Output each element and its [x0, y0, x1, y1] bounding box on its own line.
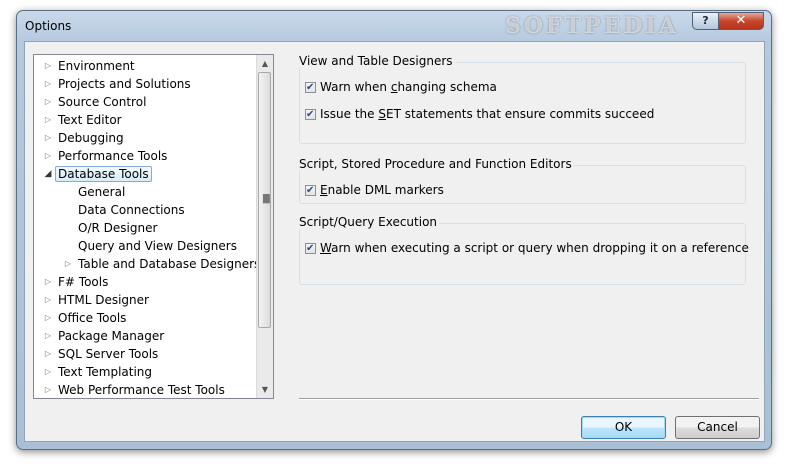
tree-item-label: Query and View Designers — [78, 239, 237, 253]
tree-item[interactable]: ▷ Package Manager — [45, 327, 165, 345]
tree-item[interactable]: General — [78, 183, 125, 201]
window-title: Options — [25, 19, 72, 33]
grip-icon: ▬ ▬ ▬ — [262, 191, 271, 207]
collapsed-arrow-icon[interactable]: ▷ — [62, 255, 74, 273]
checkbox-checked-icon[interactable] — [305, 241, 316, 257]
tree-item[interactable]: ▷ SQL Server Tools — [45, 345, 159, 363]
tree-item-label: O/R Designer — [78, 221, 158, 235]
tree-item[interactable]: ▷ Debugging — [45, 129, 124, 147]
collapsed-arrow-icon[interactable]: ▷ — [42, 291, 54, 309]
tree-item-label: Projects and Solutions — [58, 77, 191, 91]
collapsed-arrow-icon[interactable]: ▷ — [42, 381, 54, 398]
tree-item-label: Data Connections — [78, 203, 185, 217]
tree-item-label: SQL Server Tools — [58, 347, 159, 361]
scroll-down-icon[interactable]: ▼ — [257, 381, 273, 398]
tree-item-label: Table and Database Designers — [78, 257, 261, 271]
tree-item[interactable]: ▷ Source Control — [45, 93, 147, 111]
tree-item-label: Debugging — [58, 131, 124, 145]
tree-item-selected[interactable]: ◢ Database Tools — [45, 165, 152, 183]
collapsed-arrow-icon[interactable]: ▷ — [42, 273, 54, 291]
help-button[interactable]: ? — [692, 12, 719, 30]
group-title: Script, Stored Procedure and Function Ed… — [297, 157, 574, 171]
collapsed-arrow-icon[interactable]: ▷ — [42, 363, 54, 381]
tree-item-label: Web Performance Test Tools — [58, 383, 225, 397]
collapsed-arrow-icon[interactable]: ▷ — [42, 111, 54, 129]
collapsed-arrow-icon[interactable]: ▷ — [42, 75, 54, 93]
tree-item[interactable]: Data Connections — [78, 201, 185, 219]
tree-item-label: General — [78, 185, 126, 199]
watermark: SOFTPEDIA — [505, 13, 679, 39]
tree-item[interactable]: ▷ Performance Tools — [45, 147, 168, 165]
tree-item-label: Environment — [58, 59, 135, 73]
tree-item[interactable]: ▷ F# Tools — [45, 273, 109, 291]
tree-item[interactable]: ▷ Office Tools — [45, 309, 127, 327]
checkbox-checked-icon[interactable] — [305, 183, 316, 199]
issue-set-checkbox[interactable]: Issue the SET statements that ensure com… — [305, 106, 654, 123]
tree-item-label: Performance Tools — [58, 149, 168, 163]
tree-item-label: Package Manager — [58, 329, 165, 343]
group-script-query-execution: Script/Query Execution Warn when executi… — [297, 215, 749, 285]
ok-button[interactable]: OK — [581, 416, 666, 439]
tree-item[interactable]: O/R Designer — [78, 219, 157, 237]
scroll-up-icon[interactable]: ▲ — [257, 55, 273, 72]
tree-item[interactable]: ▷ Text Editor — [45, 111, 122, 129]
checkbox-checked-icon[interactable] — [305, 107, 316, 123]
tree-item-label: F# Tools — [58, 275, 109, 289]
collapsed-arrow-icon[interactable]: ▷ — [42, 309, 54, 327]
tree-item-label: Source Control — [58, 95, 147, 109]
tree-item[interactable]: ▷ Environment — [45, 57, 135, 75]
collapsed-arrow-icon[interactable]: ▷ — [42, 327, 54, 345]
options-dialog: Options SOFTPEDIA ? ✕ ▷ Environment ▷ Proje… — [16, 10, 772, 450]
group-title: View and Table Designers — [297, 54, 455, 68]
checkbox-checked-icon[interactable] — [305, 80, 316, 96]
tree-item-label: HTML Designer — [58, 293, 149, 307]
group-view-table-designers: View and Table Designers Warn when chang… — [297, 54, 746, 144]
warn-schema-checkbox[interactable]: Warn when changing schema — [305, 79, 497, 96]
tree-item[interactable]: ▷ Web Performance Test Tools — [45, 381, 225, 398]
warn-drop-checkbox[interactable]: Warn when executing a script or query wh… — [305, 240, 749, 257]
tree-item-label: Text Editor — [58, 113, 122, 127]
group-title: Script/Query Execution — [297, 215, 440, 229]
tree-item-label: Text Templating — [58, 365, 153, 379]
separator — [299, 398, 759, 400]
tree-item[interactable]: ▷ Text Templating — [45, 363, 153, 381]
collapsed-arrow-icon[interactable]: ▷ — [42, 93, 54, 111]
tree-item-label: Database Tools — [55, 166, 152, 182]
group-script-editors: Script, Stored Procedure and Function Ed… — [297, 157, 746, 204]
tree-item-label: Office Tools — [58, 311, 127, 325]
cancel-button[interactable]: Cancel — [675, 416, 760, 439]
close-button[interactable]: ✕ — [718, 12, 764, 30]
tree-item[interactable]: ▷ HTML Designer — [45, 291, 149, 309]
collapsed-arrow-icon[interactable]: ▷ — [42, 345, 54, 363]
expanded-arrow-icon[interactable]: ◢ — [42, 165, 54, 183]
enable-dml-checkbox[interactable]: Enable DML markers — [305, 182, 444, 199]
tree-item[interactable]: Query and View Designers — [78, 237, 237, 255]
collapsed-arrow-icon[interactable]: ▷ — [42, 129, 54, 147]
collapsed-arrow-icon[interactable]: ▷ — [42, 57, 54, 75]
tree-item[interactable]: ▷ Table and Database Designers — [65, 255, 261, 273]
collapsed-arrow-icon[interactable]: ▷ — [42, 147, 54, 165]
options-tree[interactable]: ▷ Environment ▷ Projects and Solutions ▷ Sour… — [33, 54, 274, 399]
scroll-thumb[interactable]: ▬ ▬ ▬ — [258, 72, 271, 328]
dialog-body: ▷ Environment ▷ Projects and Solutions ▷ Sour… — [24, 41, 765, 442]
tree-item[interactable]: ▷ Projects and Solutions — [45, 75, 191, 93]
tree-scrollbar[interactable]: ▲ ▬ ▬ ▬ ▼ — [256, 55, 273, 398]
title-bar[interactable]: Options SOFTPEDIA ? ✕ — [17, 11, 771, 41]
